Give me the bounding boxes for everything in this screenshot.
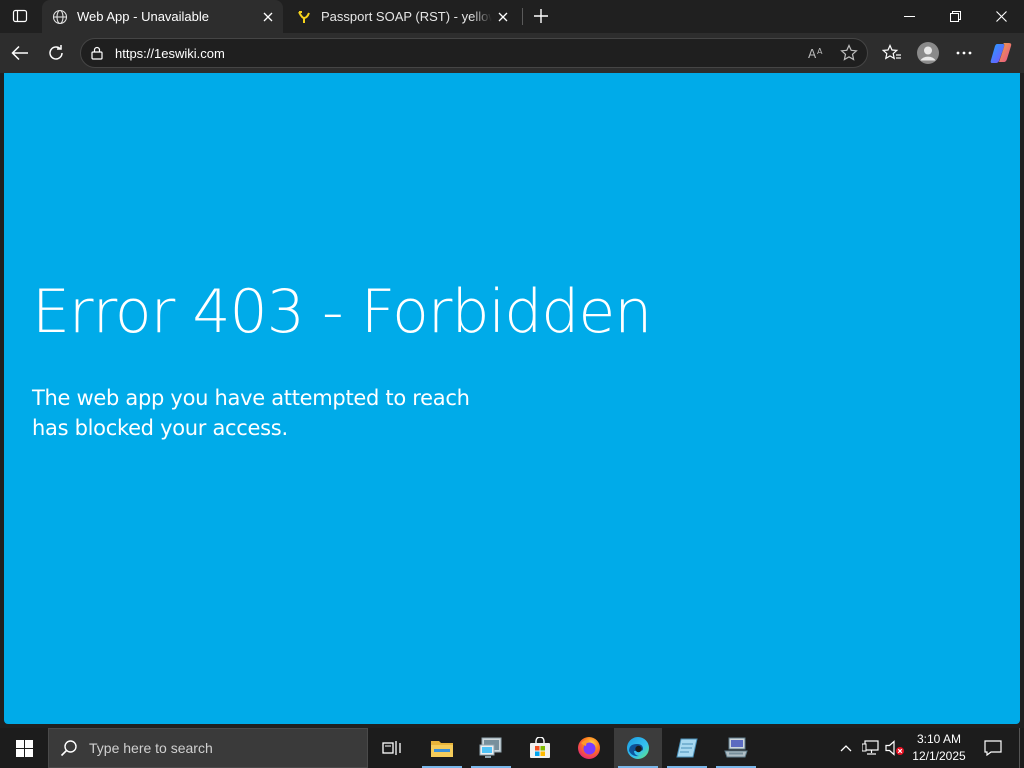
minimize-icon	[903, 16, 915, 17]
svg-text:A: A	[817, 47, 823, 56]
tab-web-app-unavailable[interactable]: Web App - Unavailable	[42, 0, 283, 33]
microsoft-store-icon	[530, 737, 550, 758]
taskbar-file-explorer[interactable]	[418, 728, 466, 768]
read-aloud-icon[interactable]: A A	[805, 42, 829, 64]
error-message: The web app you have attempted to reach …	[32, 386, 470, 440]
show-hidden-icons-button[interactable]	[836, 728, 856, 768]
notification-icon	[984, 740, 1002, 756]
close-icon	[263, 12, 273, 21]
edge-icon	[627, 737, 649, 759]
network-wired-icon	[862, 740, 879, 755]
new-tab-button[interactable]	[528, 4, 554, 28]
chevron-up-icon	[840, 745, 852, 752]
task-view-icon	[382, 741, 401, 755]
minimize-button[interactable]	[886, 0, 932, 33]
favorites-button[interactable]	[877, 38, 907, 68]
tab-actions-icon	[12, 9, 28, 23]
more-horizontal-icon	[956, 51, 972, 55]
search-icon	[59, 738, 79, 758]
taskbar-remote-desktop[interactable]	[467, 728, 515, 768]
volume-tray-button[interactable]	[884, 728, 906, 768]
close-window-button[interactable]	[978, 0, 1024, 33]
back-arrow-icon	[11, 45, 28, 61]
profile-button[interactable]	[913, 38, 943, 68]
avatar-icon	[917, 42, 939, 64]
clock-date: 12/1/2025	[912, 749, 966, 763]
address-bar[interactable]: https://1eswiki.com A A	[80, 38, 868, 68]
back-button[interactable]	[5, 38, 35, 68]
file-explorer-icon	[431, 741, 453, 757]
notification-center-button[interactable]	[978, 728, 1008, 768]
start-button[interactable]	[0, 728, 48, 768]
refresh-button[interactable]	[41, 38, 71, 68]
copilot-button[interactable]	[986, 38, 1016, 68]
remote-desktop-icon	[479, 737, 502, 758]
tab-actions-button[interactable]	[6, 4, 34, 28]
task-view-button[interactable]	[368, 728, 416, 768]
browser-tab-strip: Web App - Unavailable Passport SOAP (RST…	[0, 0, 1024, 33]
show-desktop-button[interactable]	[1019, 728, 1024, 768]
settings-more-button[interactable]	[949, 38, 979, 68]
windows-logo-icon	[15, 739, 33, 757]
tab-title: Web App - Unavailable	[77, 9, 210, 24]
taskbar-notepad[interactable]	[663, 728, 711, 768]
yellow-pin-icon	[296, 9, 312, 25]
taskbar-search-box[interactable]: Type here to search	[48, 728, 368, 768]
tab-title: Passport SOAP (RST) - yellows' MSN	[321, 9, 492, 24]
windows-taskbar: Type here to search 3:10 AM 12/1/2025	[0, 728, 1024, 768]
tab-close-button[interactable]	[492, 6, 514, 28]
browser-toolbar: https://1eswiki.com A A	[0, 33, 1024, 73]
globe-icon	[52, 9, 68, 25]
url-text[interactable]: https://1eswiki.com	[115, 46, 225, 61]
search-placeholder: Type here to search	[89, 740, 213, 756]
web-page-viewport: Error 403 - Forbidden The web app you ha…	[4, 73, 1020, 724]
taskbar-network-tool[interactable]	[712, 728, 760, 768]
firefox-icon	[578, 737, 600, 759]
tab-passport-soap[interactable]: Passport SOAP (RST) - yellows' MSN	[286, 0, 518, 33]
network-tool-icon	[724, 737, 748, 758]
copilot-icon	[990, 43, 1012, 63]
taskbar-microsoft-store[interactable]	[516, 728, 564, 768]
restore-icon	[949, 11, 961, 22]
site-info-icon[interactable]	[89, 45, 105, 61]
close-icon	[498, 12, 508, 21]
svg-text:A: A	[808, 47, 817, 60]
error-title: Error 403 - Forbidden	[32, 277, 652, 347]
plus-icon	[534, 9, 548, 23]
network-tray-button[interactable]	[860, 728, 882, 768]
taskbar-clock[interactable]: 3:10 AM 12/1/2025	[906, 731, 972, 765]
notepad-icon	[676, 738, 698, 758]
taskbar-edge[interactable]	[614, 728, 662, 768]
clock-time: 3:10 AM	[916, 732, 962, 746]
taskbar-firefox[interactable]	[565, 728, 613, 768]
refresh-icon	[49, 45, 63, 60]
restore-button[interactable]	[932, 0, 978, 33]
close-icon	[995, 11, 1007, 22]
favorites-icon	[882, 44, 901, 60]
favorite-star-icon[interactable]	[837, 42, 861, 64]
tab-close-button[interactable]	[257, 6, 279, 28]
tab-separator	[522, 8, 523, 25]
volume-muted-icon	[885, 740, 904, 756]
